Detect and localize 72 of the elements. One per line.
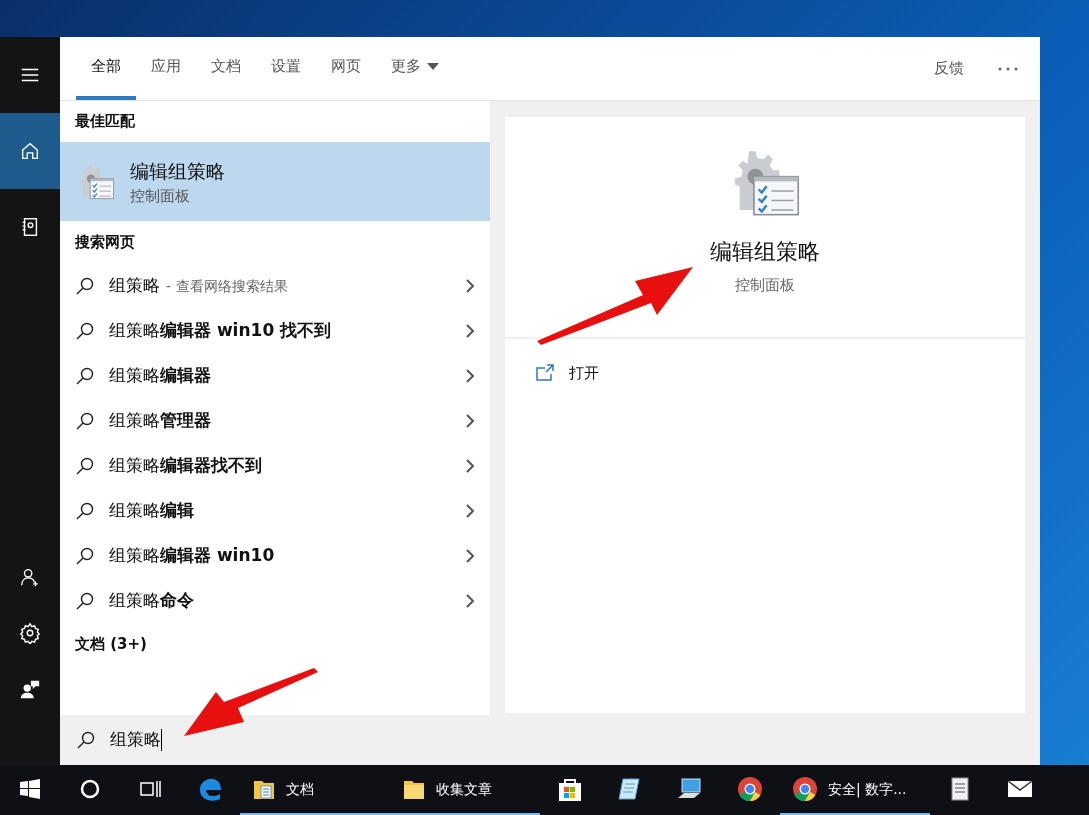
web-search-suggestion[interactable]: 组策略管理器 — [60, 398, 490, 443]
search-icon — [75, 545, 95, 566]
home-icon — [19, 140, 41, 162]
taskbar-button[interactable]: 文档 — [240, 765, 390, 815]
section-heading: 最佳匹配 — [74, 111, 136, 133]
suggestion-text: 组策略 — [109, 273, 160, 297]
add-user-icon — [19, 566, 41, 588]
section-heading: 搜索网页 — [74, 231, 136, 253]
open-external-icon — [535, 364, 555, 382]
search-icon — [75, 500, 95, 521]
filter-tab[interactable]: 更多 — [376, 37, 454, 100]
envelope-icon — [1006, 778, 1034, 800]
filter-tab[interactable]: 网页 — [316, 37, 376, 100]
chrome-browser-icon — [792, 776, 818, 802]
search-icon — [75, 455, 95, 476]
open-action[interactable]: 打开 — [505, 355, 629, 391]
search-icon — [75, 320, 95, 341]
web-search-suggestion[interactable]: 组策略命令 — [60, 578, 490, 623]
chevron-right-icon — [465, 367, 475, 384]
feedback-person-icon — [19, 678, 41, 700]
chevron-right-icon — [465, 547, 475, 564]
taskbar-button[interactable]: 收集文章 — [390, 765, 540, 815]
store-bag-icon — [557, 776, 583, 802]
web-search-suggestion[interactable]: 组策略编辑器 win10 — [60, 533, 490, 578]
more-options-icon — [998, 66, 1018, 71]
preview-subtitle: 控制面板 — [735, 275, 795, 296]
web-search-suggestion[interactable]: 组策略 - 查看网络搜索结果 — [60, 263, 490, 308]
circle-icon — [80, 779, 100, 799]
best-match-subtitle: 控制面板 — [130, 185, 191, 207]
web-search-suggestion[interactable]: 组策略编辑器找不到 — [60, 443, 490, 488]
filter-tab[interactable]: 设置 — [256, 37, 316, 100]
suggestion-text: 组策略编辑 — [109, 498, 194, 522]
suggestion-text: 组策略命令 — [109, 588, 194, 612]
search-icon — [75, 410, 95, 431]
notepad-icon — [617, 776, 643, 802]
suggestion-text: 组策略编辑器 win10 — [109, 543, 275, 567]
edge-browser-icon — [197, 776, 223, 802]
suggestion-text: 组策略编辑器 win10 找不到 — [109, 318, 332, 342]
web-search-suggestion[interactable]: 组策略编辑器 — [60, 353, 490, 398]
section-heading: 文档 (3+) — [74, 633, 148, 655]
chevron-right-icon — [465, 502, 475, 519]
taskbar-button[interactable]: 安全| 数字... — [780, 765, 930, 815]
chevron-right-icon — [465, 412, 475, 429]
search-query: 组策略 — [110, 728, 161, 752]
windows-logo-icon — [20, 779, 40, 799]
more-options-button[interactable] — [998, 66, 1018, 71]
chevron-right-icon — [465, 322, 475, 339]
search-icon — [75, 365, 95, 386]
chevron-right-icon — [465, 457, 475, 474]
search-icon — [75, 590, 95, 611]
suggestion-text: 组策略编辑器 — [109, 363, 211, 387]
document-icon — [948, 776, 972, 802]
search-icon — [76, 730, 96, 750]
best-match-title: 编辑组策略 — [130, 158, 225, 184]
settings-icon — [19, 622, 41, 644]
preview-title: 编辑组策略 — [710, 238, 820, 266]
suggestion-text: 组策略编辑器找不到 — [109, 453, 262, 477]
web-search-suggestion[interactable]: 组策略编辑器 win10 找不到 — [60, 308, 490, 353]
chrome-browser-icon — [737, 776, 763, 802]
search-icon — [75, 275, 95, 296]
best-match-item[interactable]: 编辑组策略 控制面板 — [60, 142, 490, 221]
suggestion-text: 组策略管理器 — [109, 408, 211, 432]
filter-tab[interactable]: 应用 — [136, 37, 196, 100]
search-box[interactable]: 组策略 — [60, 715, 1040, 765]
filter-tab[interactable]: 全部 — [76, 37, 136, 100]
chevron-right-icon — [465, 277, 475, 294]
chevron-right-icon — [465, 592, 475, 609]
filter-tab[interactable]: 文档 — [196, 37, 256, 100]
feedback-link[interactable]: 反馈 — [934, 57, 964, 80]
suggestion-hint: - 查看网络搜索结果 — [166, 276, 288, 296]
web-search-suggestion[interactable]: 组策略编辑 — [60, 488, 490, 533]
task-view-icon — [139, 779, 161, 799]
